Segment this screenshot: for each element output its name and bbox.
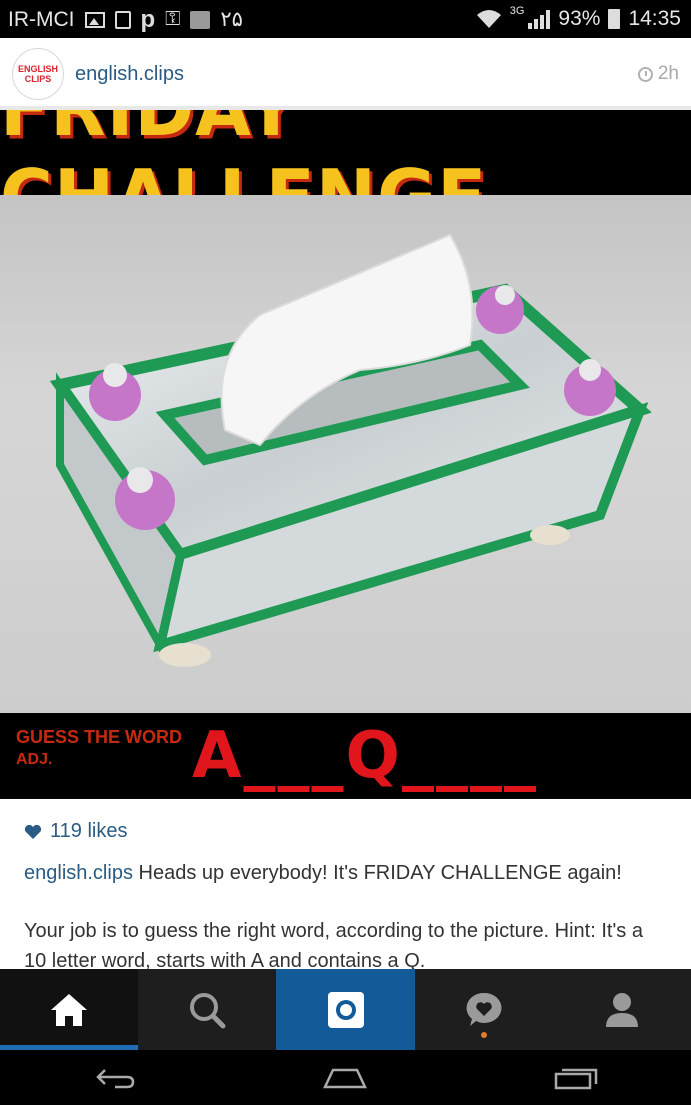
- clock-time: 14:35: [628, 7, 681, 30]
- wifi-icon: [476, 10, 501, 28]
- camera-icon: [327, 991, 364, 1028]
- battery-icon: [608, 9, 621, 29]
- tissue-box-photo: [0, 195, 691, 713]
- back-icon: [96, 1068, 135, 1088]
- bottom-nav: [0, 969, 691, 1050]
- home-outline-icon: [323, 1068, 368, 1088]
- battery-percent: 93%: [558, 7, 601, 30]
- home-icon: [51, 993, 88, 1026]
- notification-number: ۲۵: [220, 8, 243, 31]
- document-notification-icon: [114, 10, 131, 29]
- caption-text: Heads up everybody! It's FRIDAY CHALLENG…: [138, 862, 622, 884]
- post-time: 2h: [637, 63, 679, 85]
- status-bar-left: IR-MCI p ⚿ ۲۵: [8, 7, 243, 32]
- status-bar-right: 3G 93% 14:35: [476, 5, 681, 31]
- caption-username[interactable]: english.clips: [24, 862, 133, 884]
- tab-activity[interactable]: [415, 969, 553, 1050]
- p-app-icon: p: [140, 5, 156, 33]
- caption-paragraph-1: english.clips Heads up everybody! It's F…: [24, 858, 664, 888]
- carrier-label: IR-MCI: [8, 7, 75, 31]
- avatar-text-line2: CLIPS: [24, 74, 52, 84]
- search-icon: [190, 992, 226, 1028]
- avatar[interactable]: ENGLISH CLIPS: [12, 48, 64, 100]
- recents-icon: [554, 1068, 598, 1089]
- signal-icon: [528, 9, 551, 29]
- hint-line1: GUESS THE WORD: [16, 727, 183, 747]
- person-icon: [605, 992, 638, 1027]
- tab-profile[interactable]: [553, 969, 691, 1050]
- key-icon: ⚿: [165, 8, 181, 30]
- network-type: 3G: [509, 5, 525, 17]
- post-image[interactable]: FRIDAY CHALLENGE: [0, 110, 691, 799]
- back-button[interactable]: [0, 1050, 230, 1105]
- heart-icon: [24, 824, 42, 839]
- tab-camera[interactable]: [276, 969, 415, 1050]
- likes-row[interactable]: 119 likes: [24, 820, 127, 843]
- likes-count: 119 likes: [50, 820, 128, 842]
- tissue-box-illustration: [49, 233, 652, 667]
- system-nav-bar: [0, 1050, 691, 1105]
- hint-line2: ADJ.: [16, 751, 53, 768]
- banner-bottom: GUESS THE WORD ADJ. A___Q____: [0, 713, 691, 799]
- tab-search[interactable]: [138, 969, 276, 1050]
- home-button[interactable]: [230, 1050, 460, 1105]
- caption-paragraph-2: Your job is to guess the right word, acc…: [24, 920, 643, 972]
- clock-icon: [637, 66, 653, 82]
- banner-top: FRIDAY CHALLENGE: [0, 110, 691, 241]
- notification-dot: [480, 1032, 487, 1038]
- time-ago-label: 2h: [657, 63, 679, 84]
- word-pattern: A___Q____: [192, 719, 538, 793]
- post-username[interactable]: english.clips: [75, 63, 184, 86]
- avatar-text-line1: ENGLISH: [17, 64, 58, 74]
- status-bar: IR-MCI p ⚿ ۲۵ 3G 93% 14:35: [0, 0, 691, 38]
- storage-icon: [190, 10, 211, 29]
- recents-button[interactable]: [461, 1050, 691, 1105]
- tab-home[interactable]: [0, 969, 139, 1050]
- image-notification-icon: [84, 11, 105, 28]
- post-header: ENGLISH CLIPS english.clips 2h: [0, 38, 691, 108]
- heart-bubble-icon: [466, 992, 502, 1026]
